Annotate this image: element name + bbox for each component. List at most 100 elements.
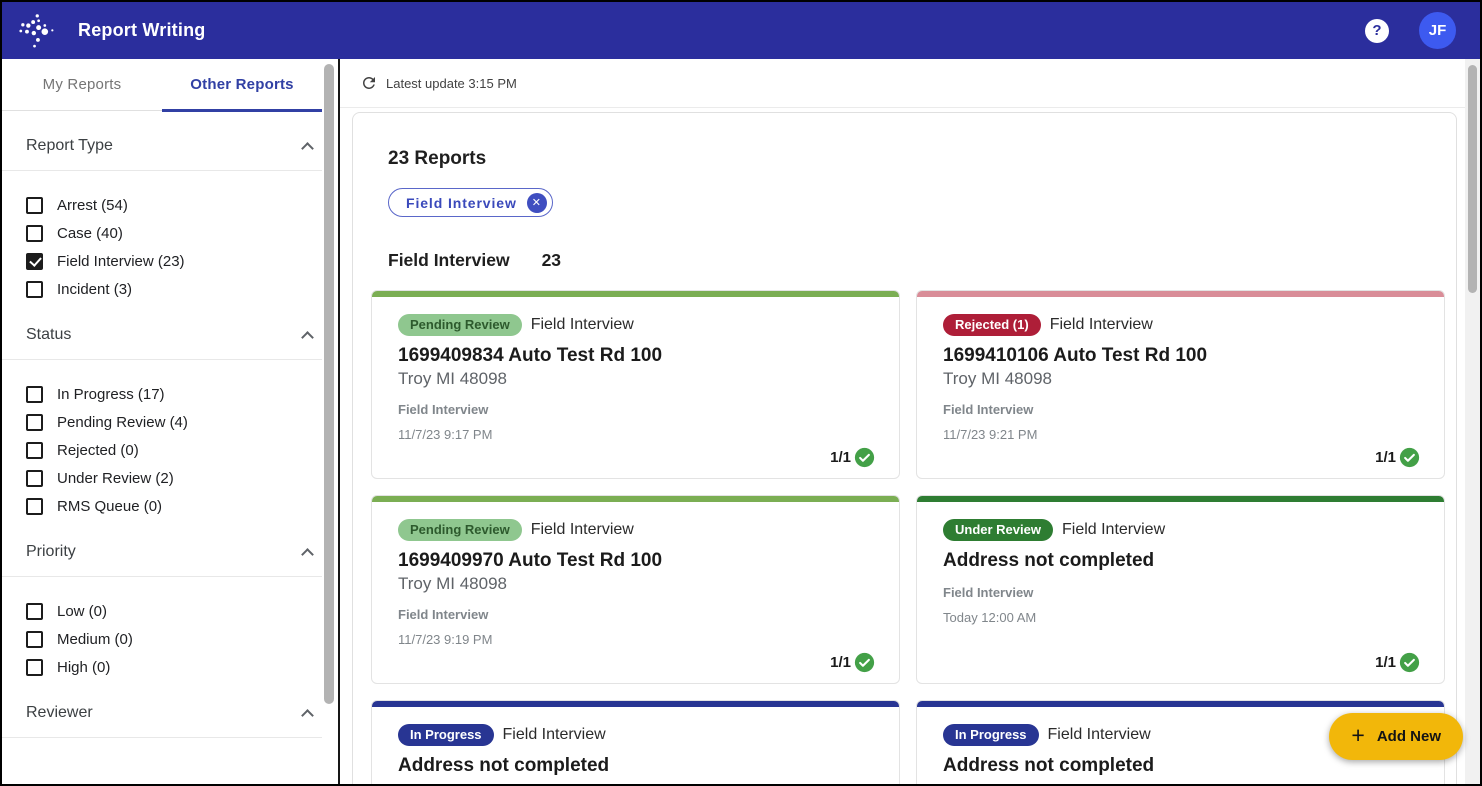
group-title: Field Interview (388, 250, 510, 271)
checkbox[interactable] (26, 197, 43, 214)
filter-item-label: RMS Queue (0) (57, 498, 162, 515)
filter-section-title: Status (26, 326, 71, 344)
filter-item-label: Rejected (0) (57, 442, 139, 459)
check-circle-icon (1399, 447, 1420, 468)
card-timestamp: 11/7/23 9:17 PM (398, 427, 875, 442)
filter-checkbox-item[interactable]: High (0) (26, 659, 314, 676)
filter-item-label: In Progress (17) (57, 386, 165, 403)
filter-chip-field-interview[interactable]: Field Interview ✕ (388, 188, 553, 217)
card-body: Pending ReviewField Interview1699409834 … (372, 297, 899, 478)
filter-checkbox-item[interactable]: Under Review (2) (26, 470, 314, 487)
checkbox[interactable] (26, 414, 43, 431)
checkbox[interactable] (26, 659, 43, 676)
checkbox[interactable] (26, 470, 43, 487)
filter-section-header[interactable]: Reviewer (2, 678, 338, 737)
card-type-label: Field Interview (531, 316, 634, 334)
checkbox[interactable] (26, 442, 43, 459)
card-body: Under Review Field Interview Address not c… (917, 502, 1444, 683)
filter-checkbox-item[interactable]: Pending Review (4) (26, 414, 314, 431)
checkbox[interactable] (26, 603, 43, 620)
tab-my-reports[interactable]: My Reports (2, 59, 162, 110)
filter-item-label: Case (40) (57, 225, 123, 242)
report-card[interactable]: Pending ReviewField Interview1699409970 … (371, 495, 900, 684)
card-body: In ProgressField InterviewAddress not co… (372, 707, 899, 786)
card-type-label: Field Interview (1050, 316, 1153, 334)
card-progress: 1/1 (830, 652, 875, 673)
group-header: Field Interview 23 (388, 250, 1456, 271)
card-title: Address not completed (943, 550, 1420, 572)
checkbox[interactable] (26, 631, 43, 648)
filter-chip-label: Field Interview (406, 195, 517, 211)
report-card[interactable]: Under Review Field Interview Address not c… (916, 495, 1445, 684)
filter-item-list: In Progress (17) Pending Review (4) Reject… (2, 360, 338, 517)
card-badge-row: Pending ReviewField Interview (398, 314, 875, 336)
latest-update-text: Latest update 3:15 PM (386, 76, 517, 91)
filter-item-label: Low (0) (57, 603, 107, 620)
checkbox[interactable] (26, 281, 43, 298)
card-title: 1699410106 Auto Test Rd 100 (943, 345, 1420, 367)
report-card[interactable]: Rejected (1)Field Interview 1699410106 Au… (916, 290, 1445, 479)
filter-section-title: Priority (26, 543, 76, 561)
filter-section-header[interactable]: Report Type (2, 111, 338, 170)
report-card[interactable]: Pending ReviewField Interview1699409834 … (371, 290, 900, 479)
filter-checkbox-item[interactable]: RMS Queue (0) (26, 498, 314, 515)
card-title: 1699409970 Auto Test Rd 100 (398, 550, 875, 572)
card-body: Rejected (1)Field Interview 1699410106 Au… (917, 297, 1444, 478)
filter-checkbox-item[interactable]: In Progress (17) (26, 386, 314, 403)
plus-icon: + (1351, 724, 1364, 747)
chip-remove-icon[interactable]: ✕ (527, 193, 547, 213)
card-badge-row: Under Review Field Interview (943, 519, 1420, 541)
card-type-label: Field Interview (1062, 521, 1165, 539)
filter-checkbox-item[interactable]: Rejected (0) (26, 442, 314, 459)
filter-checkbox-item[interactable]: Arrest (54) (26, 197, 314, 214)
card-type-label: Field Interview (503, 726, 606, 744)
checkbox[interactable] (26, 225, 43, 242)
filter-section-header[interactable]: Priority (2, 517, 338, 576)
add-new-label: Add New (1377, 728, 1441, 745)
tab-other-reports[interactable]: Other Reports (162, 59, 322, 110)
filter-checkbox-item[interactable]: Low (0) (26, 603, 314, 620)
group-count: 23 (542, 250, 561, 271)
update-toolbar: Latest update 3:15 PM (340, 59, 1480, 108)
check-circle-icon (854, 447, 875, 468)
report-card-grid: Pending ReviewField Interview1699409834 … (353, 290, 1456, 786)
refresh-icon[interactable] (360, 74, 378, 92)
app-window: Report Writing ? JF My Reports Other Rep… (0, 0, 1482, 786)
progress-count: 1/1 (830, 654, 851, 671)
checkbox-checked[interactable] (26, 253, 43, 270)
reports-count-heading: 23 Reports (388, 148, 1456, 170)
progress-count: 1/1 (830, 449, 851, 466)
filter-section: Report Type Arrest (54) Case (40) Field Int… (2, 111, 338, 300)
add-new-button[interactable]: + Add New (1329, 713, 1463, 760)
filter-checkbox-item[interactable]: Case (40) (26, 225, 314, 242)
help-icon[interactable]: ? (1365, 19, 1389, 43)
card-progress: 1/1 (1375, 652, 1420, 673)
main-scrollbar-thumb[interactable] (1468, 65, 1477, 293)
app-logo-dots-icon (16, 8, 64, 54)
report-card[interactable]: In ProgressField InterviewAddress not co… (371, 700, 900, 786)
filter-sections: Report Type Arrest (54) Case (40) Field Int… (2, 111, 338, 738)
filter-checkbox-item[interactable]: Medium (0) (26, 631, 314, 648)
main-scrollbar-track[interactable] (1465, 59, 1480, 784)
sidebar-scrollbar-thumb[interactable] (324, 64, 334, 704)
top-navbar: Report Writing ? JF (2, 2, 1480, 59)
filter-checkbox-item[interactable]: Field Interview (23) (26, 253, 314, 270)
user-avatar[interactable]: JF (1419, 12, 1456, 49)
filters-sidebar: My Reports Other Reports Report Type Arre… (2, 59, 340, 784)
chevron-up-icon (301, 709, 314, 722)
card-type-label: Field Interview (1048, 726, 1151, 744)
card-timestamp: 11/7/23 9:19 PM (398, 632, 875, 647)
checkbox[interactable] (26, 498, 43, 515)
section-divider (2, 737, 322, 738)
card-badge-row: Rejected (1)Field Interview (943, 314, 1420, 336)
card-report-type: Field Interview (398, 607, 875, 622)
filter-checkbox-item[interactable]: Incident (3) (26, 281, 314, 298)
filter-section-header[interactable]: Status (2, 300, 338, 359)
checkbox[interactable] (26, 386, 43, 403)
status-badge: Under Review (943, 519, 1053, 541)
chevron-up-icon (301, 142, 314, 155)
card-body: Pending ReviewField Interview1699409970 … (372, 502, 899, 683)
check-circle-icon (854, 652, 875, 673)
card-report-type: Field Interview (943, 585, 1420, 600)
chevron-up-icon (301, 331, 314, 344)
